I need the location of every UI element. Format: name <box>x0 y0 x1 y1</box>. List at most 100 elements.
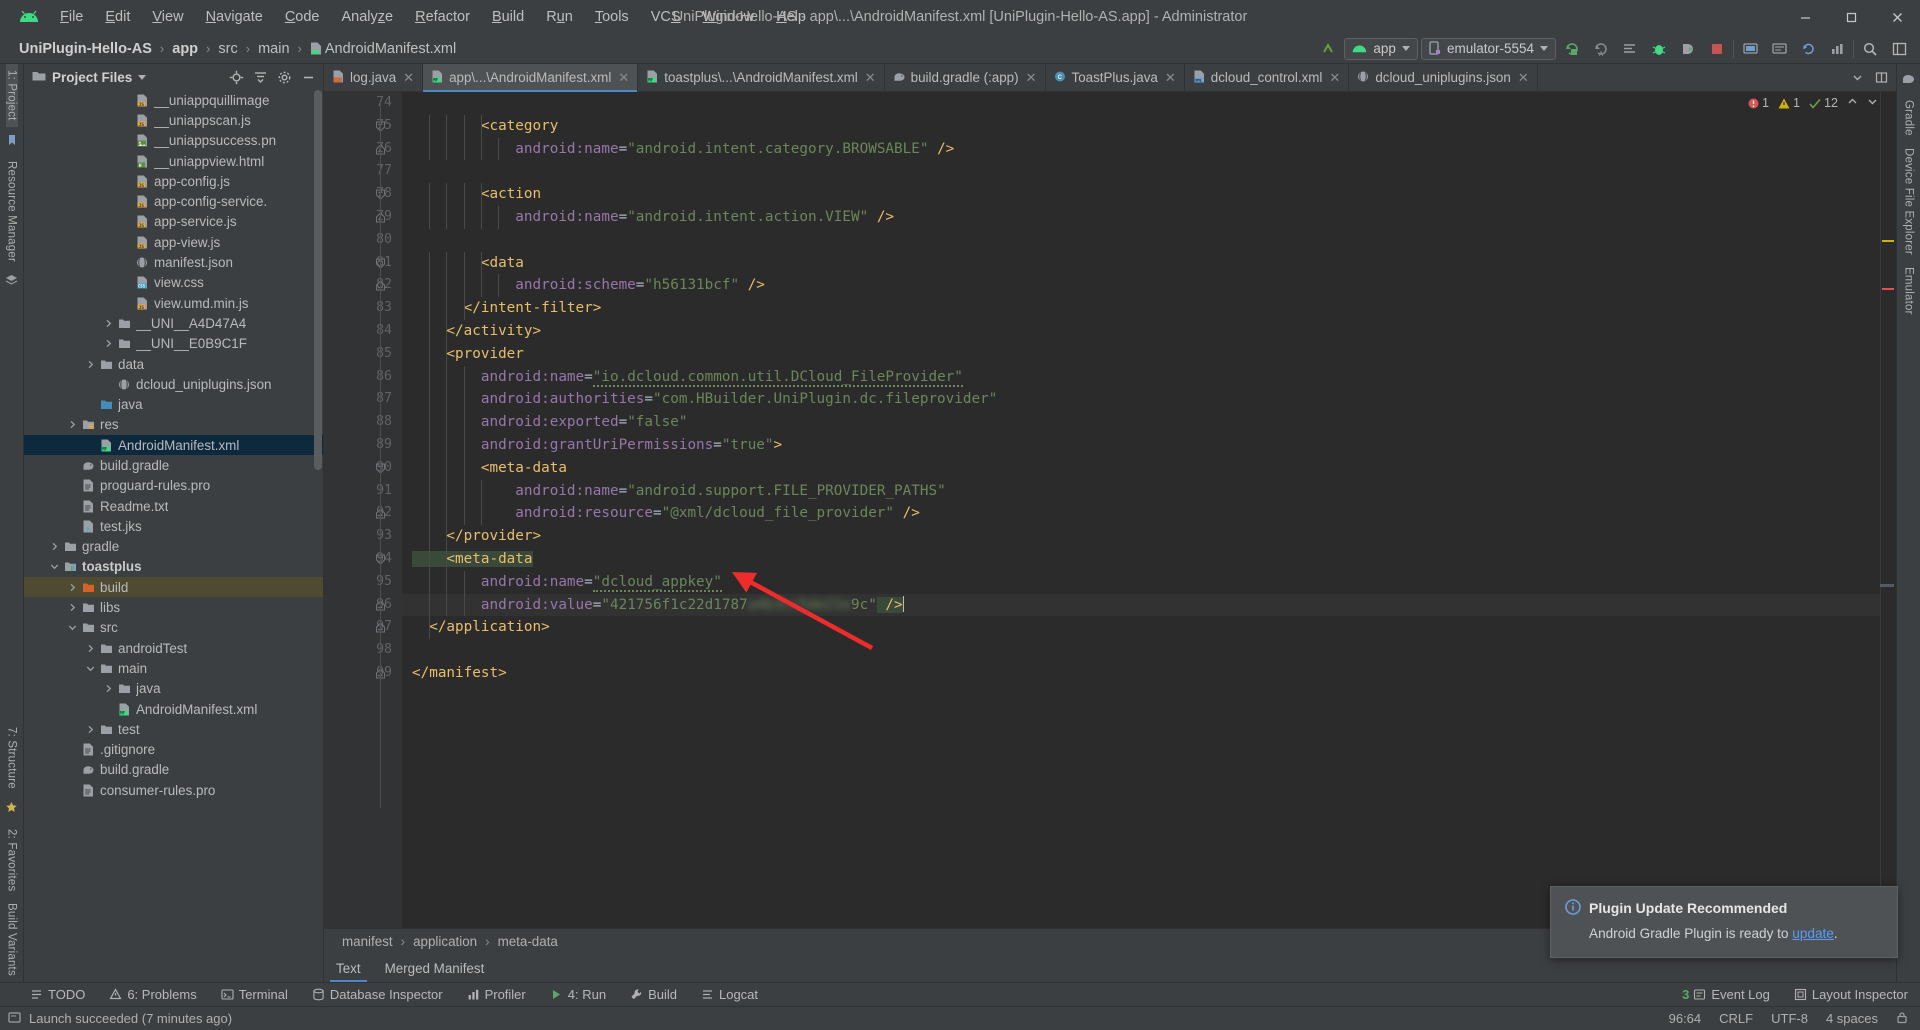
code-line-74[interactable] <box>402 92 1896 115</box>
rail-item-structure[interactable]: 7: Structure <box>6 721 18 795</box>
tree-node-app-config-service-[interactable]: JS app-config-service. <box>24 191 323 211</box>
tree-node-data[interactable]: data <box>24 354 323 374</box>
code-line-92[interactable]: android:resource="@xml/dcloud_file_provi… <box>402 502 1896 525</box>
code-line-84[interactable]: </activity> <box>402 320 1896 343</box>
code-line-76[interactable]: android:name="android.intent.category.BR… <box>402 138 1896 161</box>
breadcrumb-item-4[interactable]: AndroidManifest.xml <box>305 40 461 58</box>
tree-node-libs[interactable]: libs <box>24 597 323 617</box>
editor-tab-toastplus-java[interactable]: C ToastPlus.java ✕ <box>1046 64 1185 91</box>
file-encoding[interactable]: UTF-8 <box>1771 1011 1808 1026</box>
tree-node-main[interactable]: main <box>24 658 323 678</box>
editor-tab-dcloud-control-xml[interactable]: XML dcloud_control.xml ✕ <box>1185 64 1350 91</box>
chevron-right-icon[interactable] <box>102 319 115 328</box>
device-selector[interactable]: emulator-5554 <box>1420 37 1556 60</box>
line-number[interactable]: 77 <box>324 160 402 183</box>
tree-node-toastplus[interactable]: toastplus <box>24 557 323 577</box>
chevron-down-icon[interactable] <box>138 74 147 80</box>
line-number[interactable]: 89 <box>324 434 402 457</box>
bottom-tool-terminal[interactable]: Terminal <box>217 986 292 1003</box>
bottom-tool-4-run[interactable]: 4: Run <box>546 986 610 1003</box>
tree-node-test[interactable]: test <box>24 719 323 739</box>
line-number[interactable]: 74 <box>324 92 402 115</box>
code-line-99[interactable]: </manifest> <box>402 662 1896 685</box>
line-number[interactable]: 88 <box>324 411 402 434</box>
line-number[interactable]: 86 <box>324 366 402 389</box>
maximize-restore-button[interactable] <box>1828 0 1874 34</box>
rail-item-emulator[interactable]: Emulator <box>1903 261 1915 321</box>
code-line-91[interactable]: android:name="android.support.FILE_PROVI… <box>402 480 1896 503</box>
warning-count-badge[interactable]: 1 <box>1778 96 1800 110</box>
code-line-87[interactable]: android:authorities="com.HBuilder.UniPlu… <box>402 388 1896 411</box>
lock-icon[interactable] <box>1896 1011 1908 1027</box>
project-tree-scrollbar[interactable] <box>314 90 322 470</box>
tree-node-androidmanifest-xml[interactable]: MF AndroidManifest.xml <box>24 699 323 719</box>
tree-node-src[interactable]: src <box>24 618 323 638</box>
editor-breadcrumb-item-application[interactable]: application <box>413 934 477 949</box>
code-line-93[interactable]: </provider> <box>402 525 1896 548</box>
tab-list-chevron-icon[interactable] <box>1846 68 1868 88</box>
line-number[interactable]: 98 <box>324 639 402 662</box>
rail-item-favorites[interactable]: 2: Favorites <box>6 823 18 897</box>
project-file-tree[interactable]: JS __uniappquillimage JS __uniappscan.js __u… <box>24 90 323 982</box>
warning-marker[interactable] <box>1882 240 1894 242</box>
editor-tab-build-gradle-app-[interactable]: build.gradle (:app) ✕ <box>885 64 1046 91</box>
close-icon[interactable]: ✕ <box>1026 70 1037 86</box>
line-number[interactable]: 84 <box>324 320 402 343</box>
tree-node-build[interactable]: build <box>24 577 323 598</box>
code-line-98[interactable] <box>402 639 1896 662</box>
tree-node-view-umd-min-js[interactable]: JS view.umd.min.js <box>24 293 323 313</box>
caret-marker[interactable] <box>1880 584 1894 587</box>
notification-update-link[interactable]: update <box>1792 926 1834 941</box>
bottom-tool-profiler[interactable]: Profiler <box>463 986 530 1003</box>
code-line-85[interactable]: <provider <box>402 343 1896 366</box>
chevron-right-icon[interactable] <box>102 684 115 693</box>
tree-node-readme-txt[interactable]: Readme.txt <box>24 496 323 516</box>
rail-item-build-variants[interactable]: Build Variants <box>6 897 18 982</box>
line-number[interactable]: 90 <box>324 457 402 480</box>
chevron-right-icon[interactable] <box>84 644 97 653</box>
bottom-tool-database-inspector[interactable]: Database Inspector <box>308 986 447 1003</box>
tree-node--uniappscan-js[interactable]: JS __uniappscan.js <box>24 110 323 130</box>
code-line-90[interactable]: <meta-data <box>402 457 1896 480</box>
code-line-96[interactable]: android:value="421756f1c22d1787a4b3cc5de… <box>402 593 1896 617</box>
line-number[interactable]: 92 <box>324 502 402 525</box>
editor-view-tab-text[interactable]: Text <box>324 954 373 982</box>
avd-manager-icon[interactable] <box>1737 37 1763 61</box>
editor-marker-bar[interactable] <box>1880 92 1896 928</box>
hide-panel-icon[interactable] <box>297 67 319 87</box>
minimize-button[interactable] <box>1782 0 1828 34</box>
rail-item-resource-manager[interactable]: Resource Manager <box>6 155 18 268</box>
menu-item-tools[interactable]: Tools <box>585 6 639 28</box>
rail-item-project[interactable]: 1: Project <box>5 64 18 127</box>
menu-item-view[interactable]: View <box>142 6 193 28</box>
code-line-79[interactable]: android:name="android.intent.action.VIEW… <box>402 206 1896 229</box>
stop-icon[interactable] <box>1704 37 1730 61</box>
tree-node-build-gradle[interactable]: build.gradle <box>24 760 323 780</box>
line-number[interactable]: 78 <box>324 183 402 206</box>
code-line-89[interactable]: android:grantUriPermissions="true"> <box>402 434 1896 457</box>
line-number[interactable]: 76 <box>324 138 402 161</box>
editor-tab-log-java[interactable]: log.java ✕ <box>324 64 424 91</box>
code-line-94[interactable]: <meta-data <box>402 548 1896 571</box>
tree-node-java[interactable]: java <box>24 394 323 414</box>
code-line-83[interactable]: </intent-filter> <box>402 297 1896 320</box>
attach-debugger-icon[interactable] <box>1675 37 1701 61</box>
bottom-tool-logcat[interactable]: Logcat <box>697 986 762 1003</box>
menu-item-build[interactable]: Build <box>482 6 534 28</box>
menu-item-file[interactable]: File <box>50 6 93 28</box>
line-separator[interactable]: CRLF <box>1719 1011 1753 1026</box>
close-button[interactable] <box>1874 0 1920 34</box>
gear-icon[interactable] <box>273 67 295 87</box>
menu-item-run[interactable]: Run <box>536 6 583 28</box>
chevron-right-icon[interactable] <box>84 360 97 369</box>
line-number[interactable]: 79 <box>324 206 402 229</box>
tree-node--uniappsuccess-pn[interactable]: __uniappsuccess.pn <box>24 131 323 151</box>
rail-item-gradle[interactable]: Gradle <box>1903 94 1915 142</box>
chevron-up-icon[interactable] <box>1847 96 1858 110</box>
tree-node-dcloud-uniplugins-json[interactable]: dcloud_uniplugins.json <box>24 374 323 394</box>
menu-item-edit[interactable]: Edit <box>95 6 140 28</box>
editor-gutter[interactable]: 74 75 76 77 78 79 80 81 82 83 84 85 86 87 88 89 90 91 92 93… <box>324 92 402 928</box>
collapse-all-icon[interactable] <box>249 67 271 87</box>
tree-node-test-jks[interactable]: ? test.jks <box>24 516 323 536</box>
apply-changes-icon[interactable] <box>1617 37 1643 61</box>
